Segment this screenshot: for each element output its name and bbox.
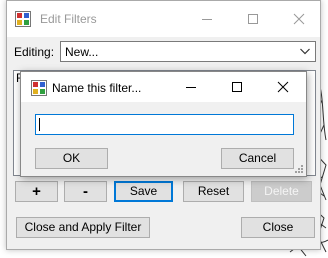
remove-button-label: -: [83, 183, 88, 200]
delete-button-label: Delete: [264, 184, 299, 198]
maximize-icon: [248, 14, 258, 24]
cancel-button-label: Cancel: [238, 151, 277, 165]
name-filter-dialog: Name this filter... OK Cancel: [20, 71, 307, 177]
window-title: Edit Filters: [40, 12, 97, 26]
app-icon: [15, 11, 31, 27]
dialog-close-button[interactable]: [260, 72, 306, 102]
ok-button[interactable]: OK: [35, 148, 108, 169]
add-button[interactable]: +: [15, 181, 58, 202]
close-button-label: Close: [262, 220, 294, 234]
maximize-button[interactable]: [230, 1, 276, 37]
cancel-button[interactable]: Cancel: [221, 148, 294, 169]
chevron-down-icon: [300, 48, 310, 55]
close-and-apply-filter-button[interactable]: Close and Apply Filter: [16, 217, 150, 238]
resize-grip-icon[interactable]: [294, 164, 304, 174]
dialog-maximize-button[interactable]: [214, 72, 260, 102]
remove-button[interactable]: -: [64, 181, 107, 202]
save-button-label: Save: [129, 184, 158, 198]
ok-button-label: OK: [62, 151, 81, 165]
minimize-button[interactable]: [184, 1, 230, 37]
close-button[interactable]: Close: [241, 217, 315, 238]
window-titlebar: Edit Filters: [7, 1, 320, 37]
close-icon: [293, 13, 305, 25]
reset-button[interactable]: Reset: [183, 181, 244, 202]
delete-button[interactable]: Delete: [251, 181, 312, 202]
dialog-titlebar: Name this filter...: [21, 72, 306, 102]
editing-label: Editing:: [14, 45, 55, 59]
editing-dropdown-value: New...: [65, 45, 99, 59]
editing-dropdown[interactable]: New...: [60, 41, 316, 62]
close-icon: [277, 81, 289, 93]
close-window-button[interactable]: [276, 1, 322, 37]
minimize-icon: [186, 87, 196, 88]
add-button-label: +: [32, 183, 41, 200]
minimize-icon: [202, 19, 212, 20]
save-button[interactable]: Save: [114, 181, 173, 202]
reset-button-label: Reset: [197, 184, 230, 198]
dialog-app-icon: [31, 80, 47, 96]
dialog-minimize-button[interactable]: [168, 72, 214, 102]
filter-name-input[interactable]: [35, 114, 294, 135]
close-and-apply-filter-label: Close and Apply Filter: [24, 220, 142, 234]
maximize-icon: [232, 82, 242, 92]
text-caret: [39, 118, 40, 131]
dialog-title: Name this filter...: [52, 81, 142, 95]
